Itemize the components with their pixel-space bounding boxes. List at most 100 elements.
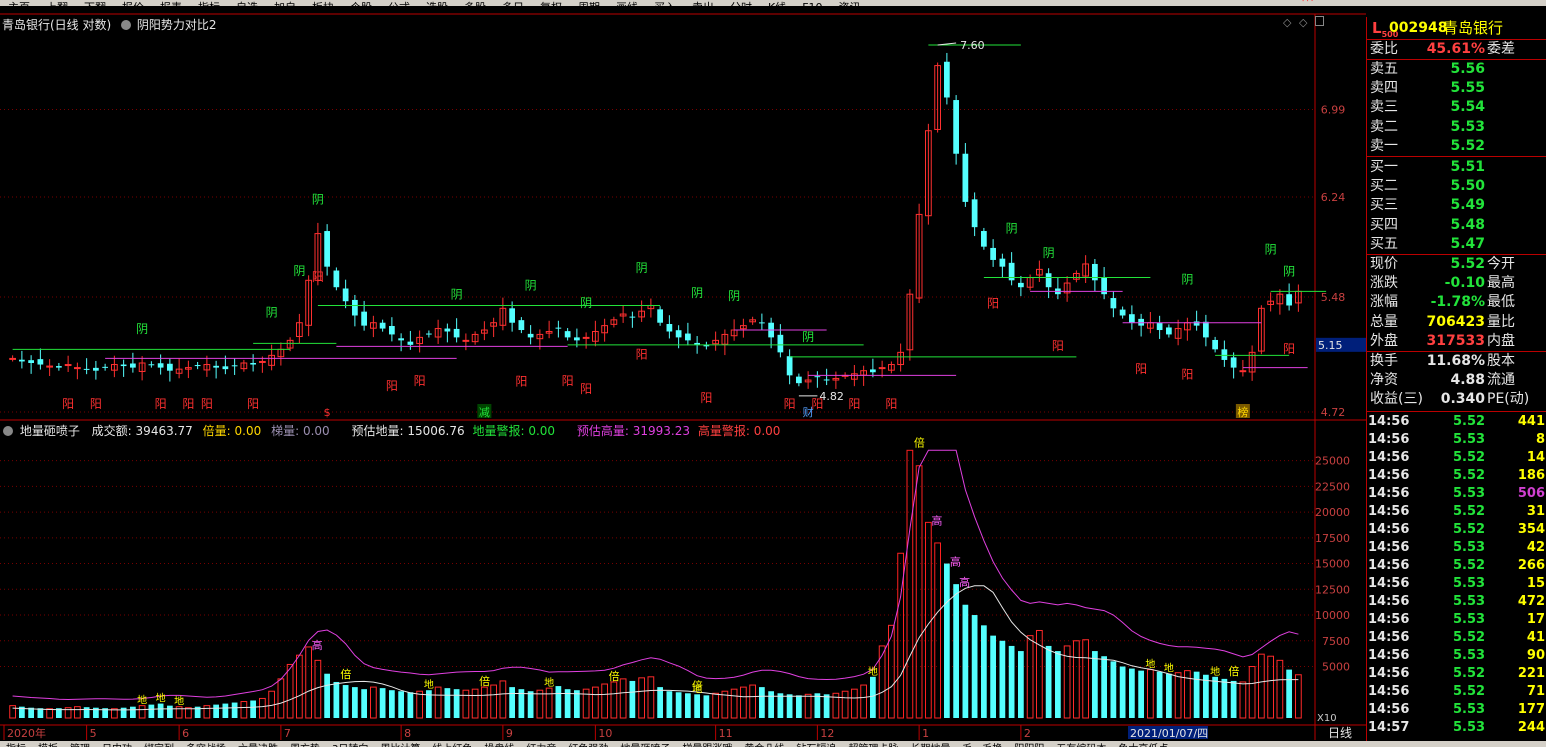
- chart-controls[interactable]: ◇ ◇: [1283, 16, 1324, 29]
- bid-row-label: 买二: [1370, 178, 1398, 195]
- date-label: 5: [90, 727, 97, 740]
- volume-bar: [1230, 680, 1237, 718]
- tick-row: 14:56 5.52 71: [1367, 683, 1546, 701]
- stat-row-label: 涨幅: [1370, 294, 1398, 311]
- yang-marker: 阳: [247, 397, 259, 411]
- tick-volume: 266: [1517, 558, 1545, 573]
- candle-body: [1286, 294, 1292, 306]
- volume-bar: [823, 694, 830, 718]
- cursor-date-label: 2021/01/07/四: [1130, 727, 1208, 740]
- tick-time: 14:57: [1368, 720, 1410, 735]
- tick-volume: 244: [1517, 720, 1545, 735]
- candle-body: [324, 231, 330, 267]
- weibi-label: 委比: [1370, 41, 1398, 57]
- yang-marker: 阳: [885, 397, 897, 411]
- yang-marker: 阳: [1283, 342, 1295, 356]
- bottom-tab-bar: 指标模板管理日内功绑定列多空战场六量决胜周方势3日转向周比计算线上红色操盘线红力…: [0, 741, 1546, 747]
- tick-time: 14:56: [1368, 684, 1410, 699]
- gao-marker: 高: [950, 555, 961, 569]
- candle-body: [971, 199, 978, 228]
- tick-price: 5.53: [1453, 576, 1486, 591]
- bid-row: 买四 5.48: [1367, 216, 1546, 235]
- volume-bar: [1101, 656, 1107, 718]
- tick-time: 14:56: [1368, 486, 1410, 501]
- volume-bar: [647, 676, 655, 719]
- tick-row: 14:56 5.53 8: [1367, 431, 1546, 449]
- yin-marker: 阴: [1006, 222, 1018, 236]
- bid-row: 买二 5.50: [1367, 177, 1546, 196]
- candle-body: [582, 336, 590, 339]
- indicator-toggle-icon[interactable]: [121, 20, 132, 30]
- tick-row: 14:56 5.53 472: [1367, 593, 1546, 611]
- di-marker: 地: [544, 676, 554, 689]
- volume-bar: [527, 691, 534, 718]
- candle-body: [342, 288, 349, 302]
- volume-bar: [1295, 674, 1302, 719]
- volume-bar: [860, 684, 867, 719]
- tick-row: 14:56 5.53 42: [1367, 539, 1546, 557]
- ask-row: 卖二 5.53: [1367, 118, 1546, 137]
- ask-row-value: 5.53: [1450, 118, 1485, 135]
- stat-row-label2: 内盘: [1487, 332, 1515, 349]
- stat-row: 外盘 317533 内盘: [1367, 332, 1546, 351]
- yang-marker: 阳: [700, 391, 712, 405]
- volume-bar: [1129, 668, 1135, 718]
- stat-row-label: 现价: [1370, 256, 1398, 272]
- volume-toggle-icon[interactable]: [3, 426, 13, 436]
- candle-body: [1129, 314, 1135, 323]
- bei-marker: 倍: [340, 667, 351, 681]
- yang-marker: 阳: [182, 397, 194, 411]
- ask-row: 卖一 5.52: [1367, 137, 1546, 156]
- di-marker: 地: [424, 678, 434, 691]
- ask-row-label: 卖三: [1370, 99, 1398, 116]
- volume-bar: [74, 706, 81, 719]
- tick-price: 5.52: [1453, 414, 1486, 429]
- window-icon[interactable]: [1314, 16, 1324, 26]
- volume-bar: [610, 681, 618, 719]
- tick-volume: 221: [1517, 666, 1545, 681]
- dl-alert-label: 地量警报:: [472, 424, 525, 438]
- tick-price: 5.53: [1453, 594, 1486, 609]
- di-marker: 地: [137, 694, 147, 707]
- volume-indicator-name[interactable]: 地量砸喷子: [20, 424, 80, 438]
- volume-tick-label: 25000: [1315, 455, 1350, 468]
- candle-body: [527, 333, 534, 338]
- tick-volume: 354: [1517, 522, 1545, 537]
- candle-body: [250, 362, 256, 365]
- candle-body: [462, 339, 470, 342]
- weibi-row: 委比 45.61% 委差: [1367, 40, 1546, 59]
- tick-volume: 15: [1526, 576, 1545, 591]
- dl-alert-value: 0.00: [528, 424, 556, 438]
- volume-bar: [222, 703, 229, 718]
- volume-bar: [389, 690, 395, 718]
- volume-tick-label: 5000: [1322, 661, 1350, 674]
- ask-row-value: 5.56: [1450, 61, 1485, 77]
- yang-marker: 阳: [848, 397, 860, 411]
- candle-body: [93, 367, 99, 371]
- volume-tick-label: 17500: [1315, 532, 1350, 545]
- stat2-row: 收益(三) 0.340 PE(动): [1367, 390, 1546, 409]
- candle-body: [666, 324, 673, 332]
- stat2-row-label2: 股本: [1487, 353, 1515, 369]
- diamond-icon[interactable]: ◇: [1283, 16, 1291, 29]
- gao-marker: 高: [312, 638, 323, 652]
- yang-marker: 阳: [562, 374, 574, 388]
- tick-time: 14:56: [1368, 414, 1410, 429]
- ask-row: 卖三 5.54: [1367, 98, 1546, 117]
- candle-body: [944, 61, 950, 98]
- indicator-title[interactable]: 阴阳势力对比2: [137, 18, 217, 32]
- volume-bar: [777, 693, 784, 718]
- volume-bar: [83, 707, 90, 718]
- volume-bar: [1092, 651, 1098, 718]
- volume-bar: [897, 552, 904, 719]
- tick-row: 14:56 5.52 186: [1367, 467, 1546, 485]
- tick-row: 14:56 5.53 90: [1367, 647, 1546, 665]
- volume-bar: [730, 688, 738, 719]
- chart-area[interactable]: 6.996.245.484.725.1525000225002000017500…: [0, 0, 1366, 747]
- date-label: 8: [404, 727, 411, 740]
- restore-icon[interactable]: ◇: [1299, 16, 1307, 29]
- volume-bar: [167, 705, 173, 718]
- candle-body: [389, 325, 395, 335]
- tick-row: 14:56 5.52 266: [1367, 557, 1546, 575]
- stat-row-label2: 今开: [1487, 256, 1515, 272]
